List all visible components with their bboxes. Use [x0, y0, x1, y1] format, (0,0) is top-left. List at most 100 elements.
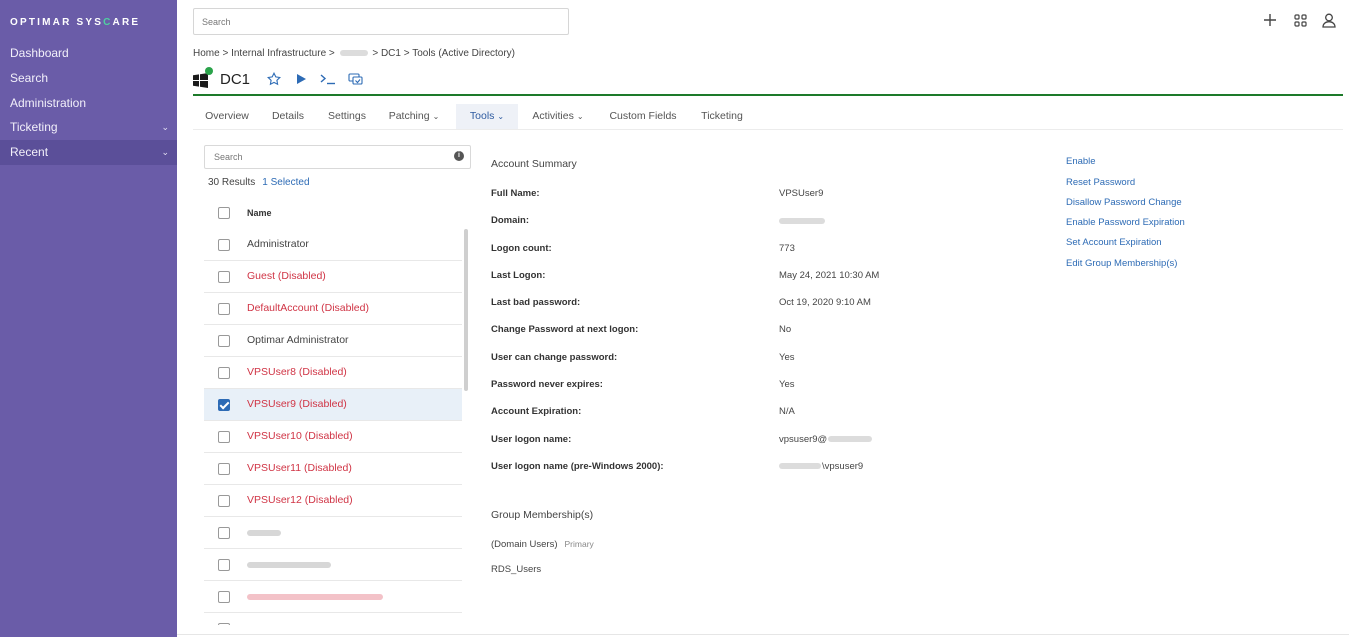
results-summary: 30 Results 1 Selected	[208, 177, 310, 188]
field-label-logon-count: Logon count:	[491, 243, 552, 254]
account-summary-title: Account Summary	[491, 158, 577, 170]
user-name: VPSUser8 (Disabled)	[247, 366, 347, 378]
row-checkbox[interactable]	[218, 367, 230, 379]
selected-count-link[interactable]: 1 Selected	[262, 177, 309, 188]
tab-details[interactable]: Details	[265, 104, 311, 129]
list-row[interactable]	[204, 517, 462, 549]
row-checkbox[interactable]	[218, 303, 230, 315]
remote-desktop-icon[interactable]	[347, 71, 363, 87]
favorite-star-icon[interactable]	[266, 71, 282, 87]
list-scrollbar[interactable]	[464, 229, 468, 391]
user-name: VPSUser12 (Disabled)	[247, 494, 353, 506]
breadcrumb-home[interactable]: Home	[193, 48, 220, 59]
header-divider	[193, 94, 1343, 96]
pre-2000-logon-text: \vpsuser9	[822, 461, 864, 472]
nav-label: Recent	[10, 145, 49, 159]
enable-link[interactable]: Enable	[1066, 156, 1096, 167]
user-name: VPSUser11 (Disabled)	[247, 462, 352, 474]
row-checkbox[interactable]	[218, 559, 230, 571]
breadcrumb-separator: >	[372, 48, 379, 59]
play-icon[interactable]	[293, 71, 309, 87]
field-label-user-can-change-password: User can change password:	[491, 352, 618, 363]
tab-label: Settings	[328, 110, 366, 122]
windows-icon	[193, 67, 213, 89]
chevron-down-icon: ⌄	[576, 112, 584, 121]
tab-custom-fields[interactable]: Custom Fields	[601, 104, 685, 129]
tab-label: Overview	[205, 110, 249, 122]
tab-ticketing[interactable]: Ticketing	[693, 104, 751, 129]
reset-password-link[interactable]: Reset Password	[1066, 177, 1135, 188]
list-row[interactable]	[204, 549, 462, 581]
nav-dashboard[interactable]: Dashboard	[0, 41, 177, 66]
field-label-last-bad-password: Last bad password:	[491, 297, 581, 308]
field-label-account-expiration: Account Expiration:	[491, 406, 582, 417]
list-row[interactable]: Optimar Administrator	[204, 325, 462, 357]
list-row[interactable]: VPSUser10 (Disabled)	[204, 421, 462, 453]
tab-patching[interactable]: Patching ⌄	[383, 104, 445, 129]
chevron-down-icon: ⌄	[497, 112, 505, 121]
row-checkbox[interactable]	[218, 335, 230, 347]
plus-icon[interactable]	[1261, 11, 1279, 29]
row-checkbox-checked[interactable]	[218, 399, 230, 411]
tab-label: Tools	[469, 110, 495, 122]
info-icon[interactable]: i	[454, 151, 464, 161]
nav-administration[interactable]: Administration	[0, 91, 177, 116]
edit-group-membership-link[interactable]: Edit Group Membership(s)	[1066, 258, 1177, 269]
nav-recent[interactable]: Recent ⌄	[0, 140, 177, 165]
chevron-down-icon: ⌄	[161, 122, 169, 132]
row-checkbox[interactable]	[218, 623, 230, 625]
breadcrumb-dc1[interactable]: DC1	[381, 48, 401, 59]
terminal-icon[interactable]	[320, 71, 336, 87]
group-membership-title: Group Membership(s)	[491, 509, 594, 521]
nav-label: Search	[10, 71, 49, 85]
nav-search[interactable]: Search	[0, 66, 177, 91]
global-search-input[interactable]	[193, 8, 569, 35]
row-checkbox[interactable]	[218, 239, 230, 251]
tab-label: Patching	[388, 110, 430, 122]
apps-grid-icon[interactable]	[1291, 11, 1309, 29]
tab-overview[interactable]: Overview	[197, 104, 257, 129]
redacted-user-name	[247, 530, 281, 536]
nav-ticketing[interactable]: Ticketing ⌄	[0, 115, 177, 140]
list-row[interactable]: VPSUser8 (Disabled)	[204, 357, 462, 389]
column-header-name[interactable]: Name	[247, 208, 272, 218]
field-label-change-password-next-logon: Change Password at next logon:	[491, 324, 639, 335]
redacted-user-name	[247, 562, 331, 568]
row-checkbox[interactable]	[218, 271, 230, 283]
user-list[interactable]: Administrator Guest (Disabled) DefaultAc…	[204, 229, 462, 625]
row-checkbox[interactable]	[218, 463, 230, 475]
tab-label: Ticketing	[701, 110, 743, 122]
tab-tools[interactable]: Tools ⌄	[456, 104, 518, 129]
user-icon[interactable]	[1320, 11, 1338, 29]
list-row[interactable]: Guest (Disabled)	[204, 261, 462, 293]
disallow-password-change-link[interactable]: Disallow Password Change	[1066, 197, 1182, 208]
tab-settings[interactable]: Settings	[320, 104, 374, 129]
set-account-expiration-link[interactable]: Set Account Expiration	[1066, 237, 1162, 248]
results-count: 30 Results	[208, 177, 256, 188]
field-label-user-logon-name-pre-2000: User logon name (pre-Windows 2000):	[491, 461, 664, 472]
brand-logo[interactable]: OPTIMAR SYSCARE	[10, 17, 140, 28]
user-list-search-input[interactable]	[204, 145, 471, 169]
row-checkbox[interactable]	[218, 591, 230, 603]
list-row-selected[interactable]: VPSUser9 (Disabled)	[204, 389, 462, 421]
list-row[interactable]: VPSUser12 (Disabled)	[204, 485, 462, 517]
breadcrumb-internal-infrastructure[interactable]: Internal Infrastructure	[231, 48, 326, 59]
select-all-checkbox[interactable]	[218, 207, 230, 219]
enable-password-expiration-link[interactable]: Enable Password Expiration	[1066, 217, 1185, 228]
device-title: DC1	[220, 70, 251, 88]
row-checkbox[interactable]	[218, 495, 230, 507]
tab-label: Custom Fields	[609, 110, 677, 122]
row-checkbox[interactable]	[218, 527, 230, 539]
redacted-breadcrumb[interactable]	[339, 50, 368, 57]
list-row[interactable]	[204, 581, 462, 613]
user-name: Guest (Disabled)	[247, 270, 326, 282]
list-row[interactable]: VPSUser11 (Disabled)	[204, 453, 462, 485]
list-row[interactable]	[204, 613, 462, 625]
list-row[interactable]: Administrator	[204, 229, 462, 261]
tab-activities[interactable]: Activities ⌄	[526, 104, 590, 129]
list-row[interactable]: DefaultAccount (Disabled)	[204, 293, 462, 325]
group-name: RDS_Users	[491, 564, 542, 575]
row-checkbox[interactable]	[218, 431, 230, 443]
field-value-user-logon-name: vpsuser9@	[779, 434, 873, 445]
user-name: VPSUser10 (Disabled)	[247, 430, 353, 442]
